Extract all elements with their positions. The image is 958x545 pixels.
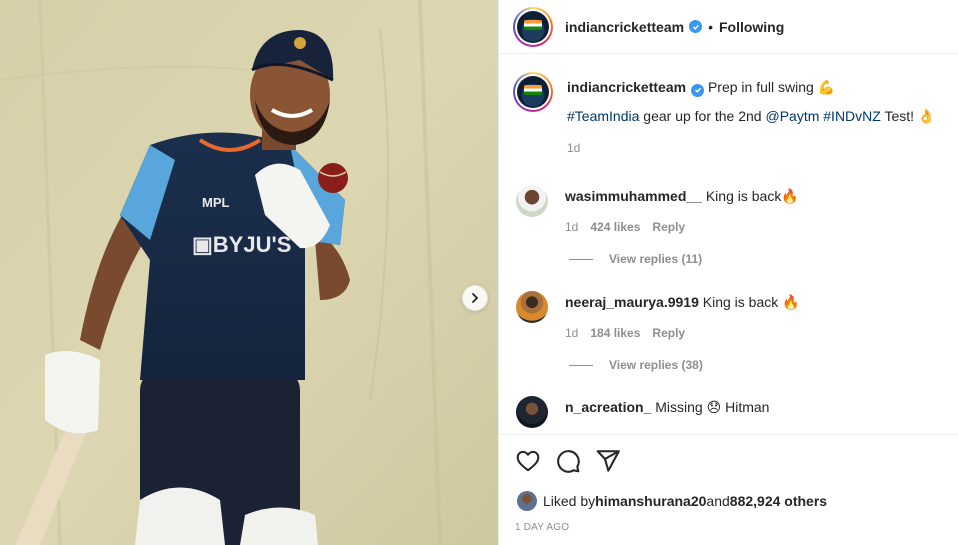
caption-text: gear up for the 2nd — [639, 107, 766, 124]
caption-time: 1d — [567, 140, 581, 155]
liked-by-prefix: Liked by — [543, 493, 596, 509]
hashtag-indvnz[interactable]: #INDvNZ — [823, 108, 881, 124]
share-icon[interactable] — [595, 448, 621, 474]
separator-dot: • — [708, 18, 713, 35]
likes-summary: Liked by himanshurana20 and 882,924 othe… — [517, 491, 827, 511]
caption-end: Test! 👌 — [880, 107, 936, 124]
caption: indiancricketteam Prep in full swing 💪 #… — [513, 72, 935, 157]
svg-text:MPL: MPL — [202, 195, 230, 210]
cricketer-image: MPL ▣BYJU'S — [0, 0, 498, 545]
comment-likes[interactable]: 184 likes — [590, 324, 640, 342]
verified-icon — [689, 20, 703, 33]
liker-avatar[interactable] — [517, 491, 537, 511]
liker-username[interactable]: himanshurana20 — [595, 493, 706, 509]
mention-paytm[interactable]: @Paytm — [765, 108, 819, 124]
post-header: indiancricketteam • Following — [499, 0, 958, 54]
next-photo-button[interactable] — [462, 285, 488, 311]
account-username[interactable]: indiancricketteam — [565, 19, 684, 35]
caption-username[interactable]: indiancricketteam — [567, 79, 686, 95]
comment-likes[interactable]: 424 likes — [590, 218, 640, 236]
likes-count[interactable]: 882,924 others — [730, 493, 827, 509]
comment-text: Missing 😞 Hitman — [655, 399, 770, 415]
heart-icon[interactable] — [515, 448, 541, 474]
verified-icon — [691, 83, 705, 97]
reply-button[interactable]: Reply — [652, 324, 685, 342]
chevron-right-icon — [472, 293, 479, 303]
comment-icon[interactable] — [555, 448, 581, 474]
comment-username[interactable]: neeraj_maurya.9919 — [565, 294, 699, 310]
caption-line-1: Prep in full swing 💪 — [707, 79, 836, 95]
caption-avatar[interactable] — [513, 72, 553, 112]
comment-text: King is back🔥 — [705, 188, 799, 204]
comment-item: neeraj_maurya.9919 King is back 🔥 1d 184… — [513, 291, 800, 342]
svg-text:▣BYJU'S: ▣BYJU'S — [192, 232, 291, 257]
comment-time: 1d — [565, 326, 579, 340]
comment-username[interactable]: wasimmuhammed__ — [565, 188, 702, 204]
account-avatar[interactable] — [513, 6, 553, 47]
post-actions: Liked by himanshurana20 and 882,924 othe… — [499, 434, 958, 545]
liked-by-middle: and — [706, 493, 730, 509]
commenter-avatar[interactable] — [516, 291, 548, 323]
hashtag-teamindia[interactable]: #TeamIndia — [567, 108, 639, 124]
commenter-avatar[interactable] — [516, 396, 548, 428]
view-replies-button[interactable]: View replies (38) — [569, 358, 703, 372]
post-photo: MPL ▣BYJU'S — [0, 0, 498, 545]
post-panel: indiancricketteam • Following indiancric… — [498, 0, 958, 545]
commenter-avatar[interactable] — [516, 185, 548, 217]
comment-username[interactable]: n_acreation_ — [565, 399, 651, 415]
comments-section[interactable]: indiancricketteam Prep in full swing 💪 #… — [499, 54, 958, 434]
comment-text: King is back 🔥 — [702, 294, 800, 310]
post-timestamp: 1 DAY AGO — [515, 522, 570, 533]
comment-item: n_acreation_ Missing 😞 Hitman — [513, 396, 769, 428]
following-button[interactable]: Following — [719, 19, 784, 35]
comment-time: 1d — [565, 220, 579, 234]
comment-item: wasimmuhammed__ King is back🔥 1d 424 lik… — [513, 185, 799, 236]
reply-button[interactable]: Reply — [652, 218, 685, 236]
view-replies-button[interactable]: View replies (11) — [569, 252, 702, 266]
